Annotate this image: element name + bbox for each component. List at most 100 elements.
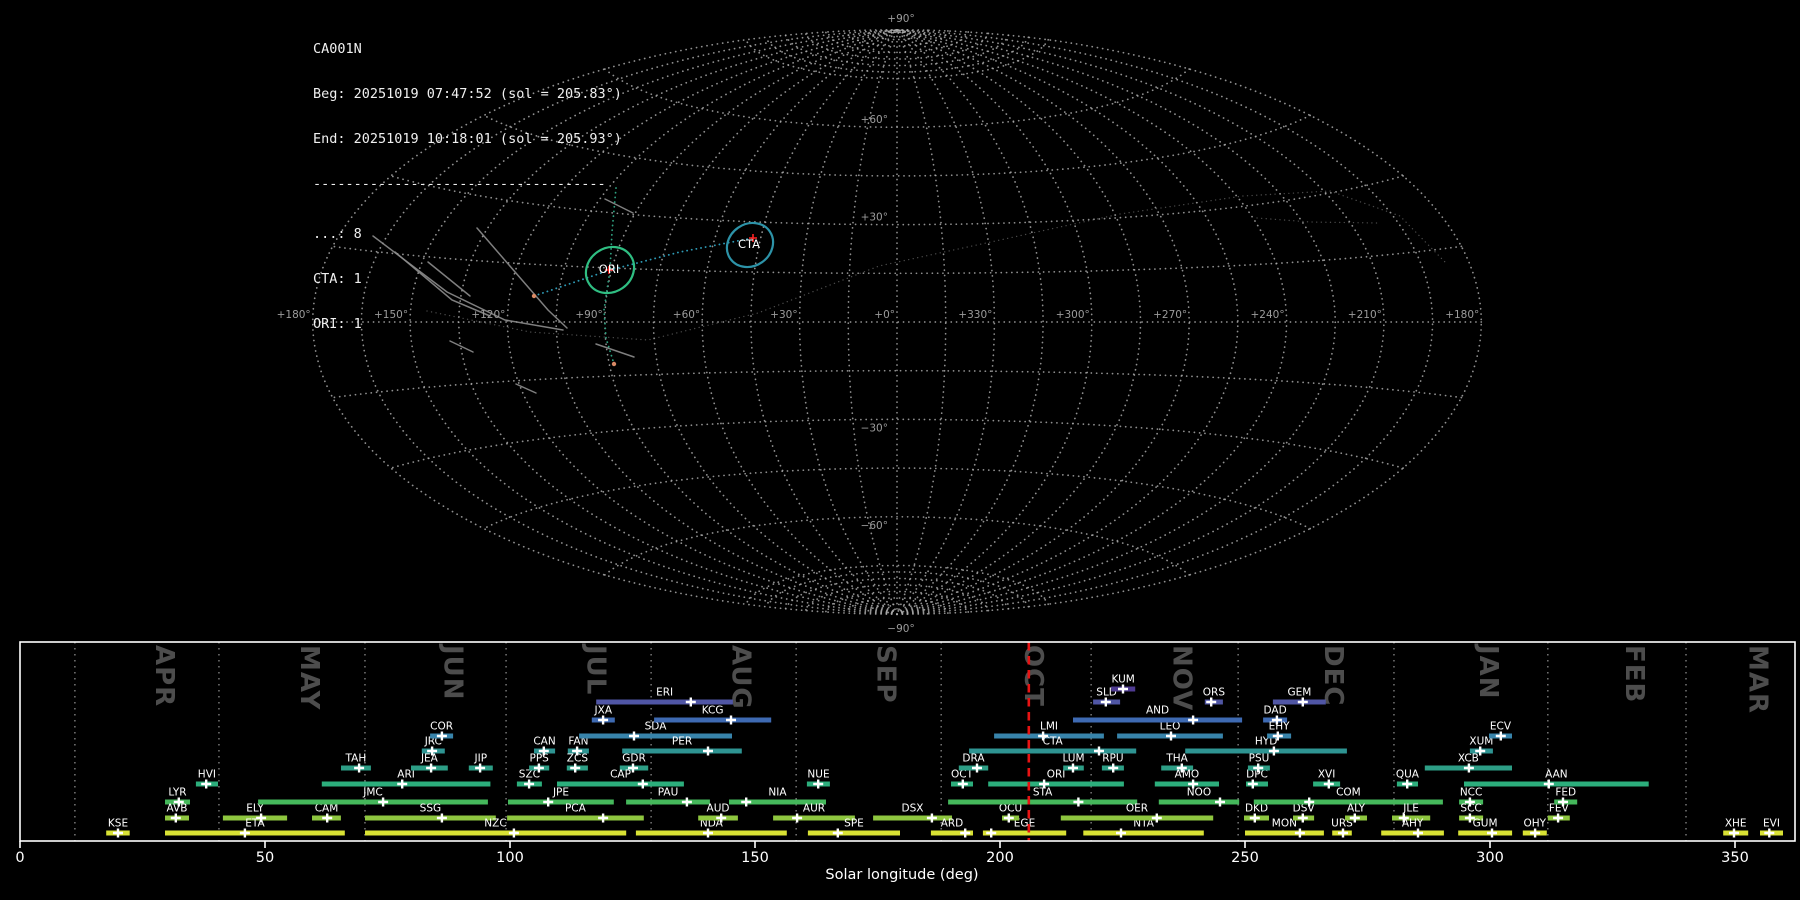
month-label: SEP	[871, 645, 901, 704]
shower-code-label: ORS	[1203, 687, 1226, 699]
shower-activity-bar	[579, 734, 732, 739]
shower-activity-bar	[654, 718, 771, 723]
latitude-label: −60°	[861, 520, 888, 532]
latitude-label: +60°	[861, 114, 888, 126]
peak-cross-icon	[1729, 829, 1739, 838]
shower-code-label: AMO	[1175, 769, 1200, 781]
peak-cross-icon	[1402, 780, 1412, 789]
shower-activity-bar	[626, 800, 710, 805]
peak-cross-icon	[833, 829, 843, 838]
peak-cross-icon	[598, 716, 608, 725]
faint-curve	[1257, 218, 1377, 223]
axis-tick-label: 100	[496, 850, 524, 866]
peak-cross-icon	[1188, 716, 1198, 725]
peak-cross-icon	[598, 814, 608, 823]
peak-cross-icon	[958, 780, 968, 789]
x-axis-title: Solar longitude (deg)	[825, 867, 978, 883]
meridian-line	[897, 30, 1287, 614]
shower-code-label: XHE	[1725, 818, 1747, 830]
peak-cross-icon	[1166, 732, 1176, 741]
shower-code-label: AUD	[707, 803, 730, 815]
shower-code-label: ECV	[1490, 721, 1512, 733]
shower-code-label: XVI	[1318, 769, 1335, 781]
shower-code-label: AAN	[1545, 769, 1568, 781]
shower-code-label: AUR	[803, 803, 825, 815]
shower-activity-bar	[508, 800, 614, 805]
shower-code-label: JLE	[1402, 803, 1419, 815]
shower-activity-bar	[1381, 831, 1444, 836]
shower-activity-bar	[258, 800, 488, 805]
peak-cross-icon	[1295, 829, 1305, 838]
shower-code-label: JEA	[420, 753, 439, 765]
shower-code-label: SCC	[1460, 803, 1481, 815]
shower-activity-bar	[773, 816, 855, 821]
axis-tick-label: 0	[15, 850, 24, 866]
shower-code-label: ALY	[1347, 803, 1366, 815]
peak-cross-icon	[1108, 764, 1118, 773]
count-cta: CTA: 1	[313, 272, 622, 287]
shower-code-label: AND	[1146, 705, 1169, 717]
shower-code-label: LYR	[168, 787, 186, 799]
end-time: End: 20251019 10:18:01 (sol = 205.93°)	[313, 132, 622, 147]
peak-cross-icon	[726, 716, 736, 725]
peak-cross-icon	[792, 814, 802, 823]
shower-code-label: NZC	[484, 818, 506, 830]
shower-code-label: ORI	[1047, 769, 1066, 781]
equator-longitude-label: +330°	[958, 309, 992, 321]
shower-code-label: COR	[430, 721, 453, 733]
shower-code-label: CAN	[533, 736, 555, 748]
shower-code-label: JXA	[594, 705, 613, 717]
peak-cross-icon	[426, 764, 436, 773]
sporadic-meteor-trail	[516, 384, 536, 393]
shower-activity-bar	[1159, 800, 1239, 805]
shower-code-label: STA	[1033, 787, 1053, 799]
axis-tick-label: 50	[256, 850, 274, 866]
peak-cross-icon	[1068, 764, 1078, 773]
peak-cross-icon	[543, 798, 553, 807]
month-label: NOV	[1167, 645, 1197, 711]
trail-endpoint-dot	[612, 362, 616, 366]
shower-code-label: SSG	[420, 803, 441, 815]
peak-cross-icon	[354, 764, 364, 773]
shower-code-label: GUM	[1473, 818, 1498, 830]
shower-code-label: AVB	[167, 803, 188, 815]
month-label: MAR	[1742, 645, 1772, 714]
shower-activity-bar	[1073, 718, 1242, 723]
axis-tick-label: 300	[1476, 850, 1504, 866]
month-label: MAY	[294, 645, 324, 711]
shower-code-label: NUE	[807, 769, 829, 781]
meridian-line	[897, 30, 1141, 614]
shower-code-label: EHY	[1269, 721, 1291, 733]
month-label: JUN	[438, 643, 468, 701]
shower-code-label: HVI	[198, 769, 216, 781]
axis-tick-label: 350	[1721, 850, 1749, 866]
peak-cross-icon	[397, 780, 407, 789]
count-ori: ORI: 1	[313, 317, 622, 332]
peak-cross-icon	[1298, 698, 1308, 707]
axis-tick-label: 150	[741, 850, 769, 866]
shower-code-label: THA	[1165, 753, 1188, 765]
shower-code-label: NIA	[768, 787, 787, 799]
shower-code-label: PPS	[530, 753, 550, 765]
shower-code-label: DRA	[962, 753, 985, 765]
shower-activity-bar	[507, 816, 644, 821]
begin-time: Beg: 20251019 07:47:52 (sol = 205.83°)	[313, 87, 622, 102]
shower-code-label: PAU	[658, 787, 679, 799]
shower-code-label: EVI	[1763, 818, 1780, 830]
shower-activity-bar	[365, 831, 626, 836]
equator-longitude-label: +0°	[874, 309, 895, 321]
peak-cross-icon	[171, 814, 181, 823]
peak-cross-icon	[741, 798, 751, 807]
shower-code-label: XCB	[1458, 753, 1479, 765]
peak-cross-icon	[1206, 698, 1216, 707]
axis-tick-label: 200	[986, 850, 1014, 866]
peak-cross-icon	[1298, 814, 1308, 823]
peak-cross-icon	[686, 698, 696, 707]
shower-code-label: NCC	[1460, 787, 1483, 799]
peak-cross-icon	[1118, 685, 1128, 694]
shower-code-label: FED	[1555, 787, 1576, 799]
shower-code-label: CAP	[610, 769, 631, 781]
shower-code-label: SPE	[844, 818, 864, 830]
peak-cross-icon	[1215, 798, 1225, 807]
peak-cross-icon	[986, 829, 996, 838]
